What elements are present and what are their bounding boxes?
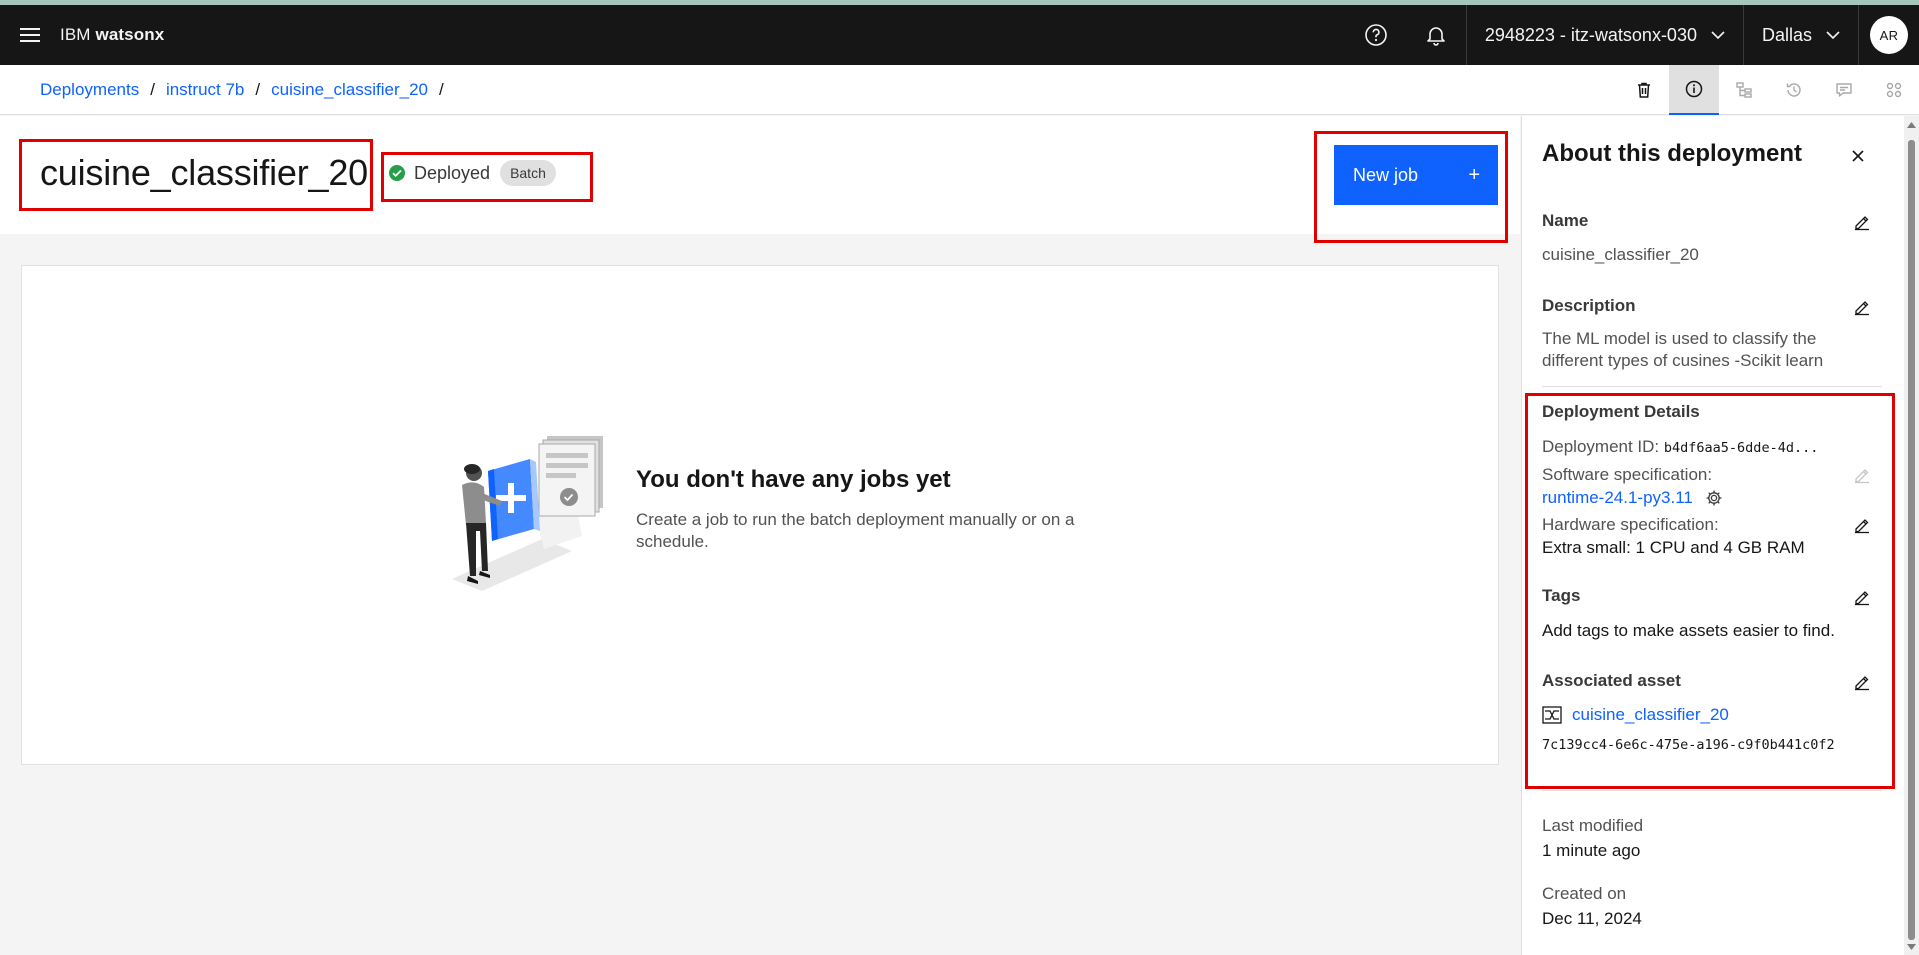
name-value: cuisine_classifier_20 [1542,245,1699,264]
software-spec-row: runtime-24.1-py3.11 [1542,487,1723,509]
user-avatar-button[interactable]: AR [1859,5,1919,65]
created-on-value: Dec 11, 2024 [1542,909,1642,928]
scroll-down-icon[interactable] [1906,942,1917,952]
asset-id-value: 7c139cc4-6e6c-475e-a196-c9f0b441c0f2 [1542,737,1835,753]
status-label: Deployed [414,162,491,183]
edit-hardware-spec-icon[interactable] [1850,513,1874,537]
chevron-down-icon [1826,31,1840,40]
tree-icon[interactable] [1719,65,1769,115]
description-value: The ML model is used to classify the dif… [1542,329,1824,370]
grid-icon[interactable] [1869,65,1919,115]
deployment-id-row: Deployment ID: b4df6aa5-6dde-4d... [1542,436,1818,459]
jobs-empty-state: You don't have any jobs yet Create a job… [21,265,1499,765]
software-spec-label: Software specification: [1542,465,1713,484]
breadcrumb: Deployments / instruct 7b / cuisine_clas… [0,80,455,100]
add-icon: + [1468,163,1480,186]
deployment-id-value: b4df6aa5-6dde-4d... [1663,440,1819,456]
notification-bell-icon[interactable] [1406,5,1466,65]
page-title: cuisine_classifier_20 [40,152,368,193]
region-label: Dallas [1761,24,1812,45]
created-on-label: Created on [1542,884,1627,903]
brand-name: watsonx [95,25,165,44]
panel-title: About this deployment [1542,140,1802,167]
empty-state-description: Create a job to run the batch deployment… [636,510,1075,551]
side-panel-toolbar [1619,65,1919,115]
comment-icon[interactable] [1819,65,1869,115]
menu-icon[interactable] [0,5,60,65]
help-icon[interactable] [1346,5,1406,65]
status-badge: Batch [500,160,556,186]
avatar: AR [1870,16,1908,54]
about-deployment-panel: About this deployment Name cuisine_class… [1521,116,1904,955]
software-spec-link[interactable]: runtime-24.1-py3.11 [1542,487,1693,509]
model-icon [1542,706,1562,724]
info-icon[interactable] [1669,65,1719,115]
last-modified-label: Last modified [1542,816,1644,835]
account-switcher[interactable]: 2948223 - itz-watsonx-030 [1467,5,1743,65]
deployment-status: Deployed Batch [388,160,556,186]
checkmark-filled-icon [389,165,405,181]
deployment-id-label: Deployment ID: [1542,437,1660,456]
edit-asset-icon[interactable] [1850,670,1874,694]
edit-software-spec-icon[interactable] [1850,463,1874,487]
name-label: Name [1542,211,1589,230]
tags-label: Tags [1542,586,1581,605]
new-job-button[interactable]: New job + [1334,145,1498,205]
tags-value: Add tags to make assets easier to find. [1542,621,1835,640]
close-icon[interactable] [1842,140,1874,172]
breadcrumb-item-project[interactable]: instruct 7b [166,80,244,100]
scrollbar-thumb[interactable] [1908,140,1915,940]
account-label: 2948223 - itz-watsonx-030 [1484,24,1697,45]
deployment-header: cuisine_classifier_20 Deployed Batch New… [0,116,1520,234]
asset-row: cuisine_classifier_20 [1542,704,1729,726]
history-icon[interactable] [1769,65,1819,115]
edit-tags-icon[interactable] [1850,585,1874,609]
breadcrumb-separator: / [439,79,444,99]
scroll-up-icon[interactable] [1906,120,1917,130]
settings-gear-icon[interactable] [1705,489,1723,507]
region-switcher[interactable]: Dallas [1744,5,1858,65]
breadcrumb-separator: / [150,79,155,99]
new-job-label: New job [1353,164,1419,185]
breadcrumb-item-deployments[interactable]: Deployments [40,80,139,100]
panel-divider [1542,790,1882,791]
asset-id-row: 7c139cc4-6e6c-475e-a196-c9f0b441c0f2 [1542,733,1835,756]
breadcrumb-bar: Deployments / instruct 7b / cuisine_clas… [0,65,1919,115]
trash-icon[interactable] [1619,65,1669,115]
breadcrumb-item-deployment[interactable]: cuisine_classifier_20 [271,80,428,100]
asset-link[interactable]: cuisine_classifier_20 [1572,704,1729,726]
empty-jobs-illustration [452,436,603,591]
chevron-down-icon [1711,31,1725,40]
panel-scrollbar[interactable] [1904,116,1919,955]
edit-description-icon[interactable] [1850,295,1874,319]
top-navigation-bar: IBM watsonx 2948223 - itz-watsonx-030 Da… [0,5,1919,65]
description-label: Description [1542,296,1636,315]
associated-asset-label: Associated asset [1542,671,1681,690]
hardware-spec-value: Extra small: 1 CPU and 4 GB RAM [1542,538,1805,557]
product-brand[interactable]: IBM watsonx [60,25,164,45]
edit-name-icon[interactable] [1850,210,1874,234]
last-modified-value: 1 minute ago [1542,841,1641,860]
empty-state-title: You don't have any jobs yet [636,466,951,493]
breadcrumb-separator: / [255,79,261,99]
deployment-details-label: Deployment Details [1542,402,1700,421]
panel-divider [1542,386,1882,387]
brand-prefix: IBM [60,25,91,44]
hardware-spec-label: Hardware specification: [1542,515,1719,534]
